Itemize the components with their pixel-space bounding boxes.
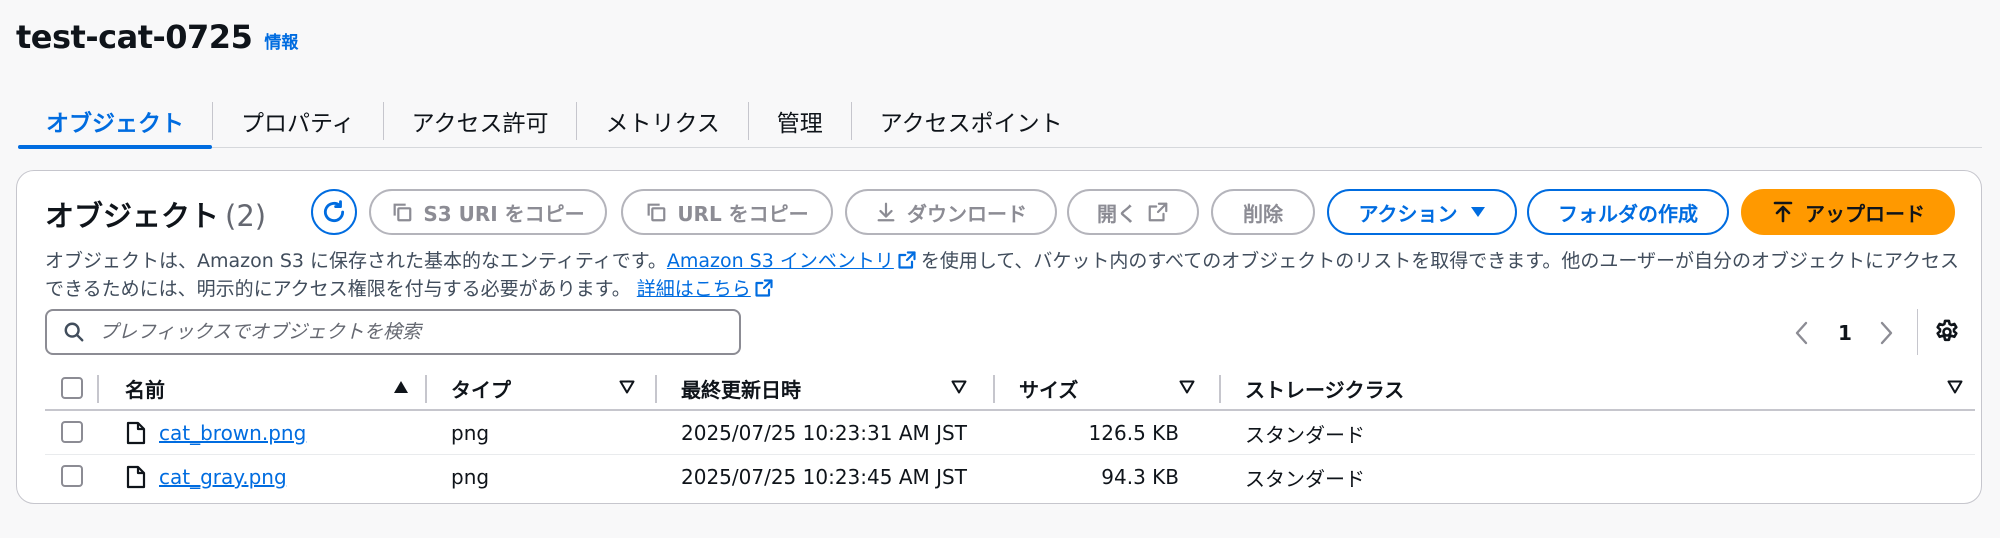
object-search-input[interactable] [99,321,699,343]
download-button[interactable]: ダウンロード [845,189,1057,235]
object-type: png [451,455,489,499]
select-all-checkbox[interactable] [61,377,83,399]
objects-description: オブジェクトは、Amazon S3 に保存された基本的なエンティティです。Ama… [45,247,1975,303]
upload-label: アップロード [1805,198,1925,227]
upload-icon [1771,200,1795,224]
file-icon [125,421,147,445]
object-search [45,309,741,355]
column-divider [993,375,995,403]
objects-panel: オブジェクト(2) S3 URI をコピー URL をコピー ダウンロード 開く… [16,170,1982,504]
objects-table: 名前 タイプ 最終更新日時 サイズ ストレージクラス cat_brown.png… [45,367,1975,499]
object-last-modified: 2025/07/25 10:23:31 AM JST [681,411,967,455]
sort-icon[interactable] [619,379,635,395]
sort-ascending-icon[interactable] [393,379,409,395]
search-icon [63,321,85,343]
objects-heading-label: オブジェクト [45,199,219,233]
table-row: cat_brown.png png 2025/07/25 10:23:31 AM… [45,411,1975,455]
copy-url-button[interactable]: URL をコピー [621,189,833,235]
copy-url-label: URL をコピー [677,198,808,227]
download-label: ダウンロード [907,198,1027,227]
object-name-link[interactable]: cat_brown.png [159,411,306,455]
page-header: test-cat-0725 情報 [16,18,298,56]
object-size: 94.3 KB [1019,455,1179,499]
chevron-left-icon [1793,319,1811,347]
row-checkbox[interactable] [61,465,83,487]
table-row: cat_gray.png png 2025/07/25 10:23:45 AM … [45,455,1975,499]
bucket-tabs: オブジェクト プロパティ アクセス許可 メトリクス 管理 アクセスポイント [18,94,1982,148]
description-text-1: オブジェクトは、Amazon S3 に保存された基本的なエンティティです。 [45,250,667,272]
page-title: test-cat-0725 [16,18,252,56]
inventory-link[interactable]: Amazon S3 インベントリ [667,250,894,272]
delete-button[interactable]: 削除 [1211,189,1315,235]
refresh-icon [321,199,347,225]
column-divider [425,375,427,403]
object-storage-class: スタンダード [1245,455,1365,499]
tab-objects[interactable]: オブジェクト [18,94,212,148]
row-checkbox[interactable] [61,421,83,443]
object-type: png [451,411,489,455]
tab-management[interactable]: 管理 [749,94,851,148]
sort-icon[interactable] [951,379,967,395]
external-link-icon [897,250,917,270]
object-storage-class: スタンダード [1245,411,1365,455]
tab-metrics[interactable]: メトリクス [577,94,747,148]
create-folder-label: フォルダの作成 [1558,198,1698,227]
refresh-button[interactable] [311,189,357,235]
column-name[interactable]: 名前 [125,367,165,409]
column-divider [97,375,99,403]
table-preferences-button[interactable] [1933,318,1961,350]
delete-label: 削除 [1243,198,1283,227]
copy-icon [645,201,667,223]
objects-heading: オブジェクト(2) [45,193,266,235]
column-divider [1219,375,1221,403]
current-page-number[interactable]: 1 [1830,315,1860,351]
object-size: 126.5 KB [1019,411,1179,455]
open-button[interactable]: 開く [1067,189,1199,235]
actions-label: アクション [1359,198,1458,227]
pager-divider [1917,309,1918,355]
file-icon [125,465,147,489]
info-link[interactable]: 情報 [264,28,298,53]
previous-page-button[interactable] [1793,319,1811,351]
next-page-button[interactable] [1877,319,1895,351]
tab-access-points[interactable]: アクセスポイント [852,94,1091,148]
open-label: 開く [1097,198,1137,227]
table-header: 名前 タイプ 最終更新日時 サイズ ストレージクラス [45,367,1975,411]
copy-s3-uri-button[interactable]: S3 URI をコピー [369,189,607,235]
download-icon [875,201,897,223]
external-link-icon [754,278,774,298]
chevron-right-icon [1877,319,1895,347]
sort-icon[interactable] [1947,379,1963,395]
objects-count: (2) [225,199,266,233]
column-type[interactable]: タイプ [451,367,511,409]
actions-button[interactable]: アクション [1327,189,1517,235]
column-storage-class[interactable]: ストレージクラス [1245,367,1404,409]
tab-properties[interactable]: プロパティ [213,94,383,148]
column-size[interactable]: サイズ [1019,367,1078,409]
external-link-icon [1147,201,1169,223]
column-divider [655,375,657,403]
settings-gear-icon [1933,318,1961,346]
copy-s3-uri-label: S3 URI をコピー [423,198,584,227]
create-folder-button[interactable]: フォルダの作成 [1527,189,1729,235]
upload-button[interactable]: アップロード [1741,189,1955,235]
learn-more-link[interactable]: 詳細はこちら [637,278,751,300]
object-last-modified: 2025/07/25 10:23:45 AM JST [681,455,967,499]
copy-icon [391,201,413,223]
column-last-modified[interactable]: 最終更新日時 [681,367,801,409]
caret-down-icon [1470,206,1486,218]
sort-icon[interactable] [1179,379,1195,395]
tab-permissions[interactable]: アクセス許可 [384,94,577,148]
object-name-link[interactable]: cat_gray.png [159,455,287,499]
